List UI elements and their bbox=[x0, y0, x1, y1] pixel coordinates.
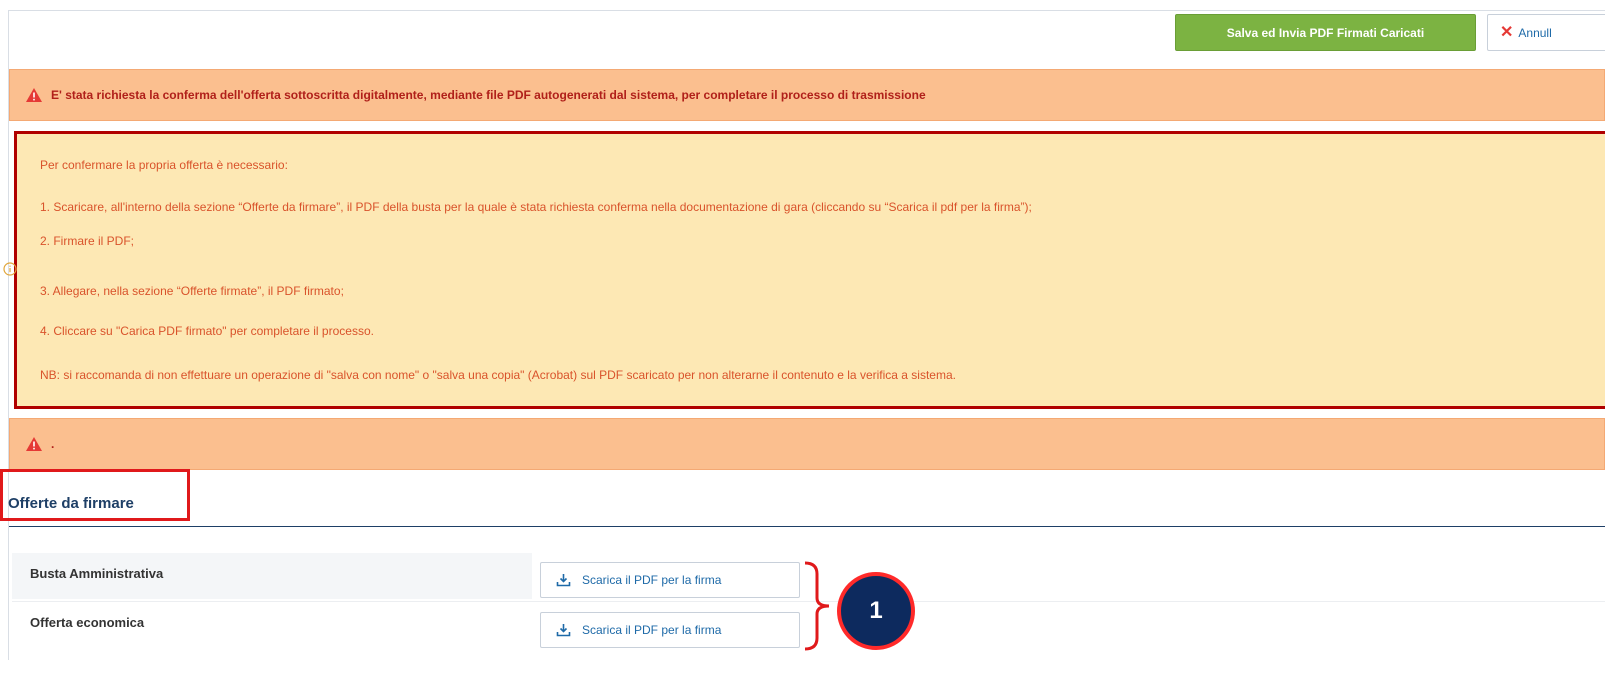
instruction-line: 3. Allegare, nella sezione “Offerte firm… bbox=[40, 284, 344, 298]
alert-text: . bbox=[51, 437, 55, 451]
download-pdf-button[interactable]: Scarica il PDF per la firma bbox=[540, 612, 800, 648]
instruction-line: NB: si raccomanda di non effettuare un o… bbox=[40, 368, 956, 382]
section-tabs: Offerte da firmare bbox=[0, 469, 1605, 529]
brace-annotation bbox=[804, 561, 830, 651]
page: Salva ed Invia PDF Firmati Caricati ✕ An… bbox=[0, 0, 1605, 676]
info-circle-icon bbox=[3, 262, 17, 276]
download-icon bbox=[556, 624, 571, 637]
secondary-alert: . bbox=[9, 418, 1605, 470]
instructions-box: Per confermare la propria offerta è nece… bbox=[14, 131, 1605, 409]
instruction-line: 2. Firmare il PDF; bbox=[40, 234, 135, 248]
step-number-badge: 1 bbox=[837, 572, 915, 650]
tab-offers-to-sign[interactable]: Offerte da firmare bbox=[8, 495, 134, 512]
instruction-line: Per confermare la propria offerta è nece… bbox=[40, 158, 288, 172]
divider bbox=[8, 10, 1605, 11]
download-icon bbox=[556, 574, 571, 587]
save-send-signed-pdf-button[interactable]: Salva ed Invia PDF Firmati Caricati bbox=[1175, 14, 1476, 51]
instruction-line: 1. Scaricare, all'interno della sezione … bbox=[40, 200, 1032, 214]
row-label: Offerta economica bbox=[12, 603, 532, 651]
confirmation-required-alert: E' stata richiesta la conferma dell'offe… bbox=[9, 69, 1605, 121]
instruction-line: 4. Cliccare su "Carica PDF firmato" per … bbox=[40, 324, 374, 338]
warning-triangle-icon bbox=[26, 437, 42, 451]
close-icon: ✕ bbox=[1500, 23, 1514, 41]
page-heading-cropped bbox=[0, 0, 1605, 10]
warning-triangle-icon bbox=[26, 88, 42, 102]
download-label: Scarica il PDF per la firma bbox=[582, 573, 722, 587]
download-label: Scarica il PDF per la firma bbox=[582, 623, 722, 637]
cancel-label: Annull bbox=[1518, 25, 1552, 40]
row-label: Busta Amministrativa bbox=[12, 553, 532, 599]
alert-text: E' stata richiesta la conferma dell'offe… bbox=[51, 88, 926, 102]
cancel-button[interactable]: ✕ Annull bbox=[1487, 14, 1605, 51]
download-pdf-button[interactable]: Scarica il PDF per la firma bbox=[540, 562, 800, 598]
divider bbox=[9, 526, 1605, 527]
